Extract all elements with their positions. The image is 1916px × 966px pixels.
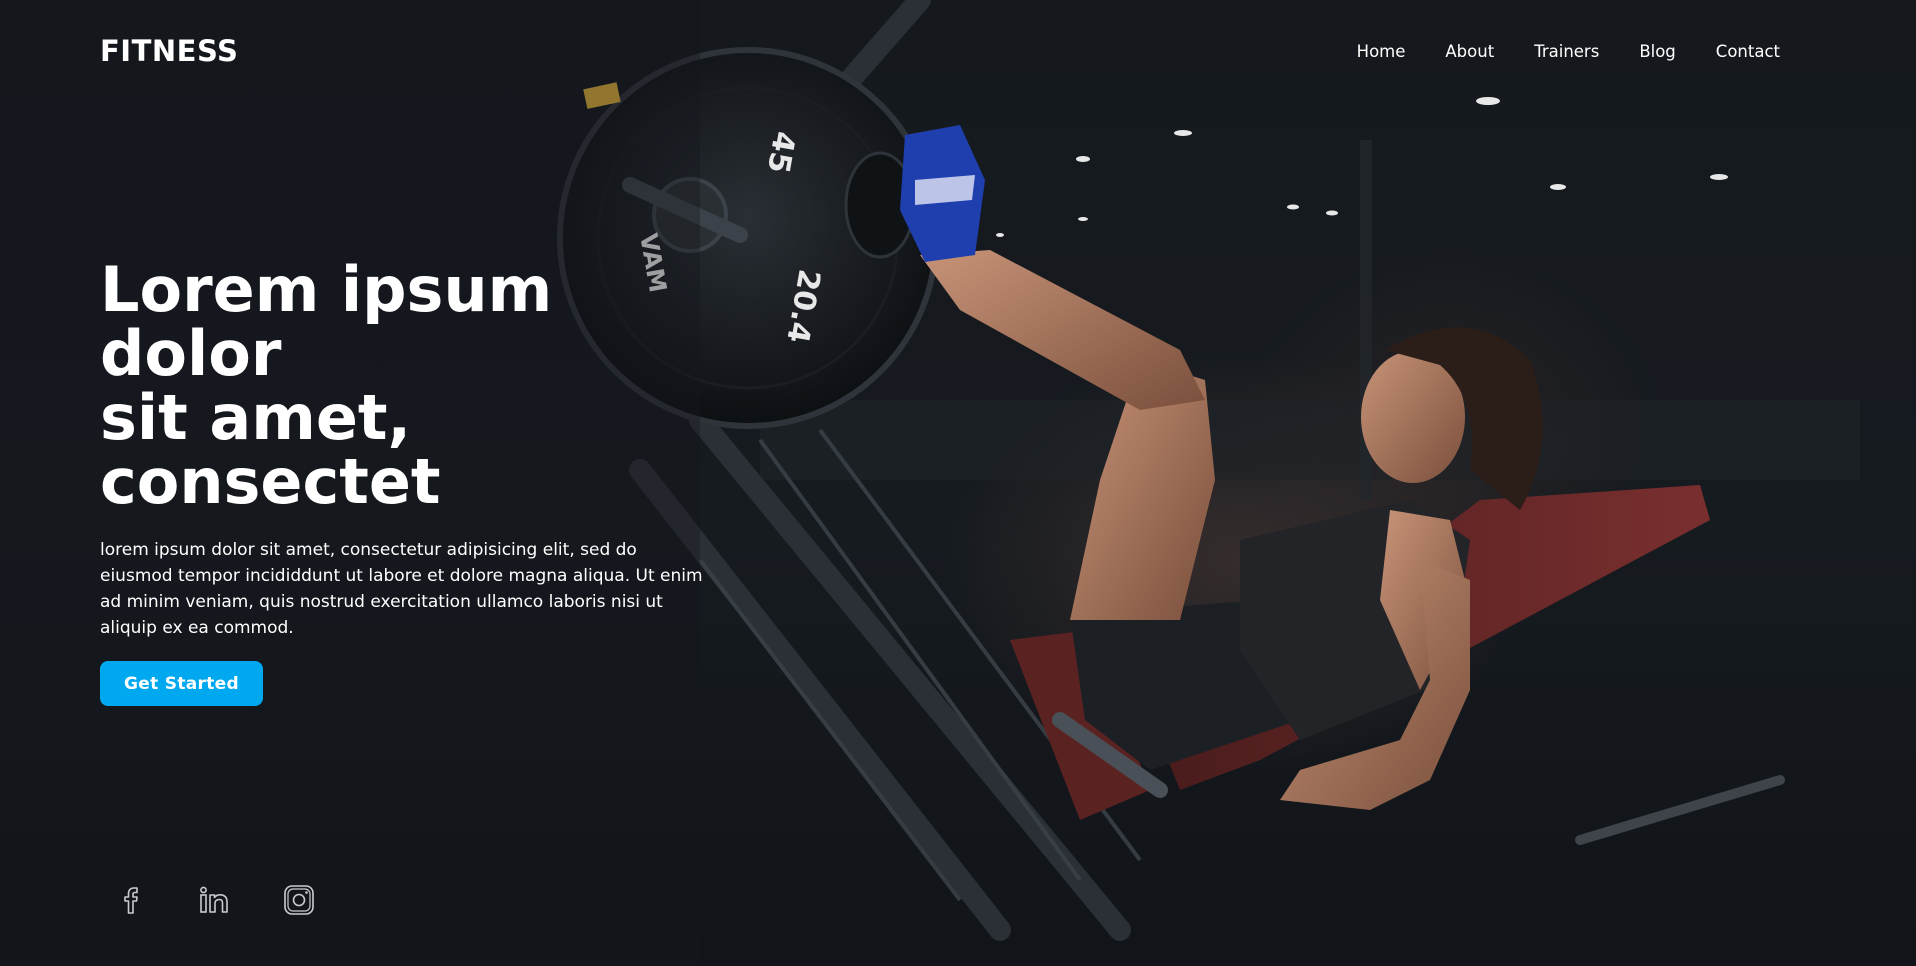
linkedin-icon[interactable] [197, 882, 233, 918]
svg-text:45: 45 [760, 129, 802, 176]
get-started-button[interactable]: Get Started [100, 661, 263, 706]
hero-section: 45 20.4 VAM FITNESS Home About Trainers … [0, 0, 1916, 966]
nav-blog[interactable]: Blog [1639, 42, 1675, 61]
hero-headline-line: sit amet, [100, 381, 412, 454]
nav-trainers[interactable]: Trainers [1534, 42, 1599, 61]
nav-home[interactable]: Home [1357, 42, 1406, 61]
hero-description: lorem ipsum dolor sit amet, consectetur … [100, 540, 703, 638]
hero-headline-line: Lorem ipsum [100, 253, 553, 326]
nav-contact[interactable]: Contact [1716, 42, 1780, 61]
main-nav: Home About Trainers Blog Contact [1317, 42, 1780, 61]
instagram-icon[interactable] [281, 882, 317, 918]
hero-headline: Lorem ipsum dolor sit amet, consectet [100, 258, 620, 514]
facebook-icon[interactable] [114, 882, 150, 918]
nav-about[interactable]: About [1445, 42, 1494, 61]
brand-logo[interactable]: FITNESS [100, 34, 238, 68]
hero-headline-line: consectet [100, 445, 441, 518]
hero-headline-line: dolor [100, 317, 282, 390]
